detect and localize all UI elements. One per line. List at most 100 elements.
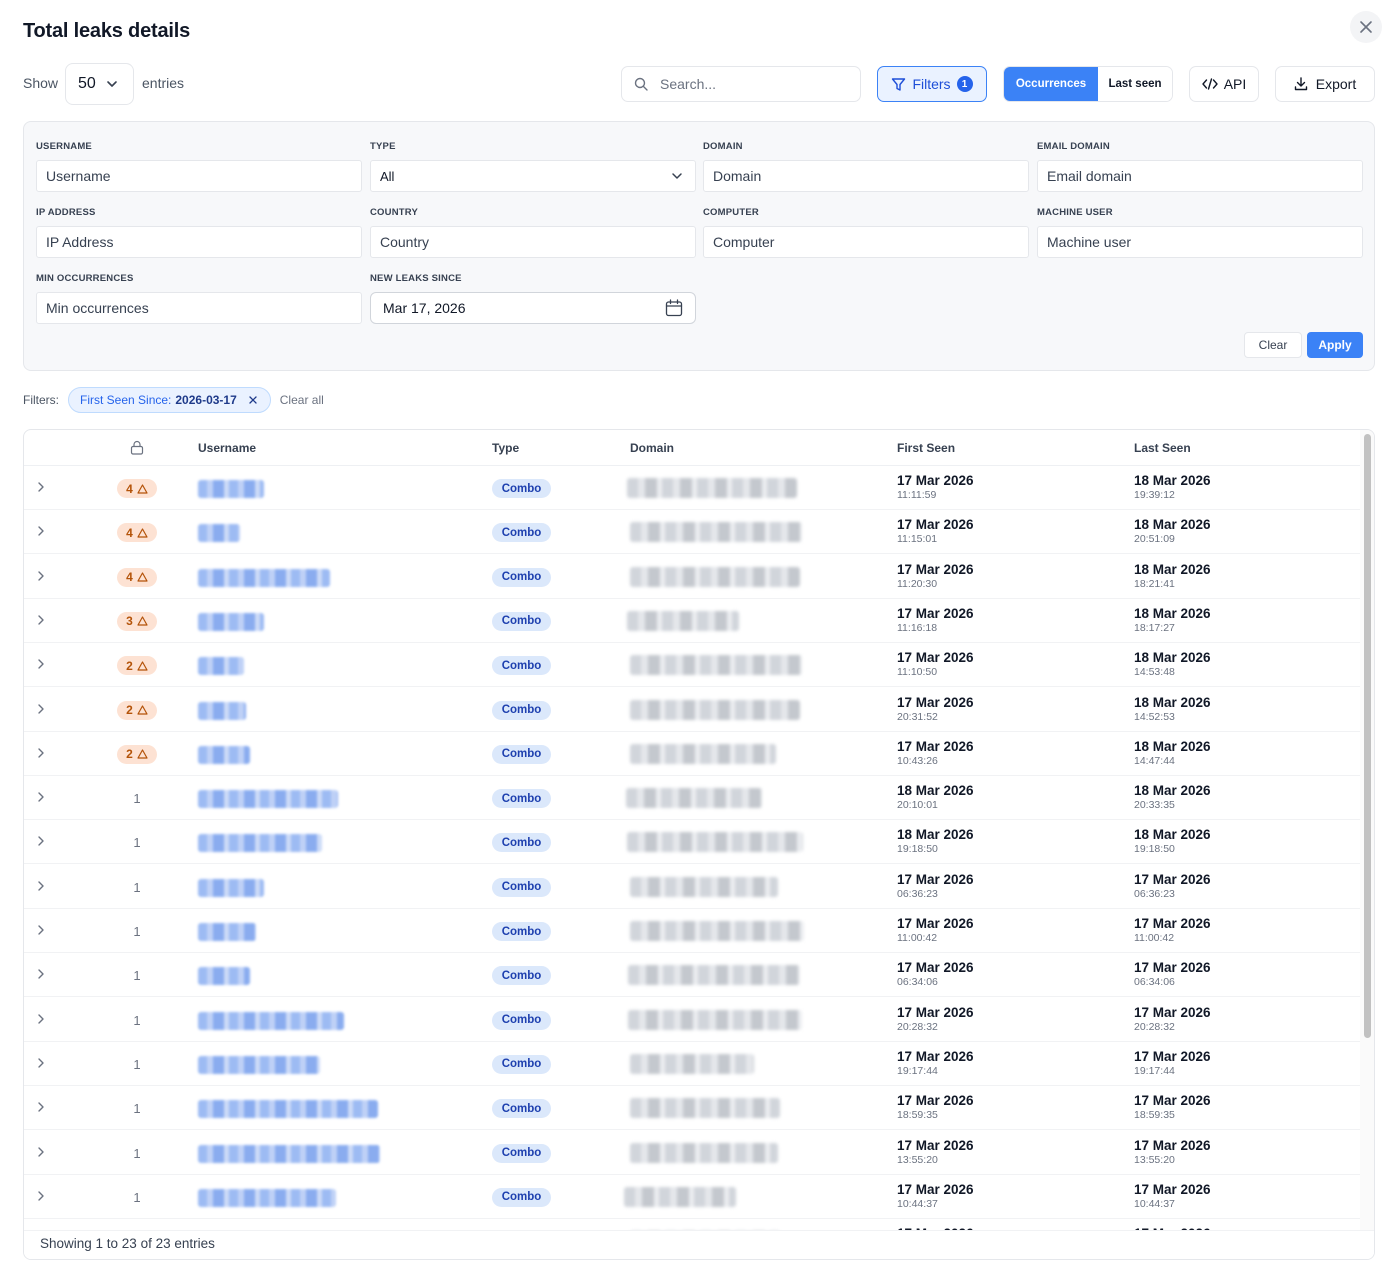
- domain-filter-input[interactable]: [703, 160, 1029, 192]
- redacted-username[interactable]: [198, 923, 256, 941]
- expand-row-icon[interactable]: [34, 702, 48, 716]
- table-row[interactable]: 1 Combo 17 Mar 2026 18:59:35 17 Mar 2026 18:5…: [24, 1086, 1360, 1131]
- table-row[interactable]: 1 Combo 17 Mar 2026 06:34:06 17 Mar 2026 06:3…: [24, 953, 1360, 998]
- last-seen-cell: 18 Mar 2026 20:51:09: [1134, 517, 1211, 546]
- api-button[interactable]: API: [1189, 66, 1259, 102]
- table-row[interactable]: 4 Combo 17 Mar 2026 11:15:01 18 Mar 2026 20:5…: [24, 510, 1360, 555]
- expand-row-icon[interactable]: [34, 613, 48, 627]
- table-row[interactable]: 1 Combo 18 Mar 2026 20:10:01 18 Mar 2026 20:3…: [24, 776, 1360, 821]
- table-row[interactable]: 1 Combo 17 Mar 2026 19:17:44 17 Mar 2026 19:1…: [24, 1042, 1360, 1086]
- expand-row-icon[interactable]: [34, 1012, 48, 1026]
- page-size-select[interactable]: 50: [65, 63, 134, 105]
- active-filter-chip[interactable]: First Seen Since: 2026-03-17: [68, 387, 271, 413]
- expand-row-icon[interactable]: [34, 1100, 48, 1114]
- table-row[interactable]: 4 Combo 17 Mar 2026 11:20:30 18 Mar 2026 18:2…: [24, 555, 1360, 599]
- redacted-username[interactable]: [198, 1144, 380, 1163]
- username-filter-input[interactable]: [36, 160, 362, 192]
- expand-row-icon[interactable]: [34, 879, 48, 893]
- last-seen-cell: 18 Mar 2026 14:47:44: [1134, 739, 1211, 768]
- expand-row-icon[interactable]: [34, 1145, 48, 1159]
- last-seen-time: 10:44:37: [1134, 1197, 1175, 1210]
- machine-user-filter-input[interactable]: [1037, 226, 1363, 258]
- expand-row-icon[interactable]: [34, 524, 48, 538]
- redacted-username[interactable]: [198, 1011, 344, 1030]
- clear-filters-button[interactable]: Clear: [1244, 332, 1302, 358]
- redacted-username[interactable]: [198, 657, 244, 676]
- header-first-seen[interactable]: First Seen: [897, 441, 955, 455]
- expand-row-icon[interactable]: [34, 746, 48, 760]
- scrollbar-thumb[interactable]: [1364, 434, 1371, 1038]
- table-row[interactable]: 2 Combo 17 Mar 2026 20:31:52 18 Mar 2026 14:5…: [24, 688, 1360, 732]
- type-filter-select[interactable]: All: [370, 160, 696, 192]
- last-seen-time: 14:52:53: [1134, 710, 1175, 723]
- search-input[interactable]: [660, 76, 840, 92]
- calendar-icon[interactable]: [665, 299, 683, 317]
- redacted-username[interactable]: [198, 701, 246, 720]
- remove-chip-icon[interactable]: [247, 394, 259, 406]
- last-seen-time: 18:21:41: [1134, 577, 1175, 590]
- first-seen-cell: 17 Mar 2026 11:15:01: [897, 517, 974, 546]
- header-username[interactable]: Username: [198, 441, 256, 455]
- view-last-seen-button[interactable]: Last seen: [1098, 67, 1172, 101]
- computer-filter-input[interactable]: [703, 226, 1029, 258]
- export-button[interactable]: Export: [1275, 66, 1375, 102]
- expand-row-icon[interactable]: [34, 923, 48, 937]
- redacted-username[interactable]: [198, 967, 250, 986]
- apply-filters-button[interactable]: Apply: [1307, 332, 1363, 358]
- table-row[interactable]: 1 Combo 17 Mar 2026 13:55:20 17 Mar 2026 13:5…: [24, 1131, 1360, 1175]
- table-row[interactable]: 1 Combo 18 Mar 2026 19:18:50 18 Mar 2026 19:1…: [24, 820, 1360, 865]
- header-last-seen[interactable]: Last Seen: [1134, 441, 1191, 455]
- table-row[interactable]: 1 Combo 17 Mar 2026 20:28:32 17 Mar 2026 20:2…: [24, 998, 1360, 1042]
- email-domain-filter-input[interactable]: [1037, 160, 1363, 192]
- clear-all-link[interactable]: Clear all: [280, 393, 324, 407]
- redacted-username[interactable]: [198, 834, 322, 853]
- first-seen-date: 17 Mar 2026: [897, 916, 974, 931]
- expand-row-icon[interactable]: [34, 790, 48, 804]
- search-box[interactable]: [621, 66, 861, 102]
- view-occurrences-button[interactable]: Occurrences: [1004, 67, 1098, 101]
- api-label: API: [1223, 76, 1247, 92]
- table-row[interactable]: 1 Combo 17 Mar 2026 10:44:37 17 Mar 2026 10:4…: [24, 1175, 1360, 1219]
- table-row[interactable]: 1 Combo 17 Mar 2026 06:36:23 17 Mar 2026 06:3…: [24, 865, 1360, 909]
- occurrences-badge: 2: [117, 656, 157, 676]
- redacted-username[interactable]: [198, 1188, 336, 1207]
- header-domain[interactable]: Domain: [630, 441, 674, 455]
- country-filter-input[interactable]: [370, 226, 696, 258]
- first-seen-date: 17 Mar 2026: [897, 650, 974, 666]
- table-row[interactable]: 4 Combo 17 Mar 2026 11:11:59 18 Mar 2026 19:3…: [24, 466, 1360, 510]
- table-row[interactable]: 1 Combo 17 Mar 2026 11:00:42 17 Mar 2026 11:0…: [24, 909, 1360, 953]
- redacted-username[interactable]: [198, 790, 338, 809]
- table-row[interactable]: 2 Combo 17 Mar 2026 10:43:26 18 Mar 2026 14:4…: [24, 732, 1360, 776]
- expand-row-icon[interactable]: [34, 1189, 48, 1203]
- ip-filter-input[interactable]: [36, 226, 362, 258]
- min-occurrences-filter-input[interactable]: [36, 292, 362, 324]
- header-type[interactable]: Type: [492, 441, 519, 455]
- close-button[interactable]: [1350, 11, 1382, 43]
- filters-button[interactable]: Filters 1: [877, 66, 987, 102]
- redacted-username[interactable]: [198, 524, 240, 543]
- last-seen-time: 19:18:50: [1134, 843, 1175, 856]
- redacted-username[interactable]: [198, 1055, 320, 1074]
- expand-row-icon[interactable]: [34, 569, 48, 583]
- table-scrollbar[interactable]: [1360, 430, 1374, 1230]
- table-row[interactable]: 3 Combo 17 Mar 2026 11:16:18 18 Mar 2026 18:1…: [24, 599, 1360, 643]
- occurrences-badge: 4: [117, 523, 157, 543]
- view-toggle: Occurrences Last seen: [1003, 66, 1173, 102]
- expand-row-icon[interactable]: [34, 834, 48, 848]
- new-leaks-since-date-input[interactable]: Mar 17, 2026: [370, 292, 696, 324]
- table-row[interactable]: 2 Combo 17 Mar 2026 11:10:50 18 Mar 2026 14:5…: [24, 643, 1360, 688]
- type-badge: Combo: [492, 922, 551, 941]
- expand-row-icon[interactable]: [34, 657, 48, 671]
- type-badge: Combo: [492, 789, 551, 809]
- redacted-username[interactable]: [198, 1100, 378, 1119]
- redacted-username[interactable]: [198, 480, 264, 498]
- redacted-username[interactable]: [198, 878, 264, 897]
- expand-row-icon[interactable]: [34, 480, 48, 494]
- redacted-username[interactable]: [198, 612, 264, 631]
- occurrences-count: 2: [126, 703, 133, 717]
- expand-row-icon[interactable]: [34, 967, 48, 981]
- expand-row-icon[interactable]: [34, 1056, 48, 1070]
- redacted-username[interactable]: [198, 745, 250, 764]
- redacted-username[interactable]: [198, 568, 330, 587]
- last-seen-date: 17 Mar 2026: [1134, 960, 1211, 976]
